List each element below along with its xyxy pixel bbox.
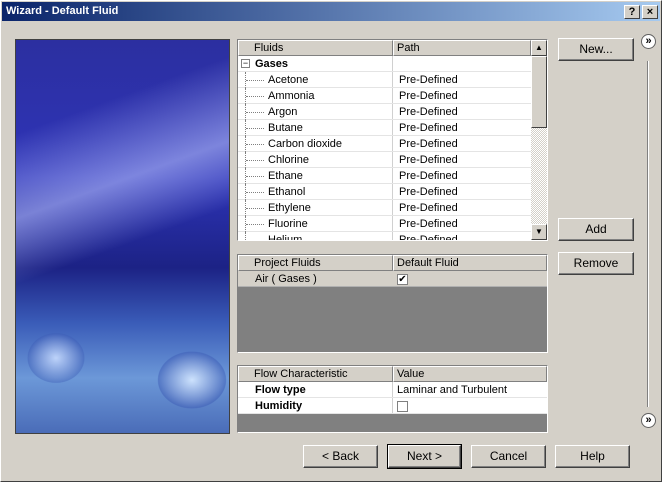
flow-type-value[interactable]: Laminar and Turbulent [397,384,507,396]
fluid-row[interactable]: Argon Pre-Defined [238,104,531,120]
scroll-thumb[interactable] [531,56,547,128]
col-header-flow-characteristic[interactable]: Flow Characteristic [238,366,393,382]
title-bar: Wizard - Default Fluid ? × [2,2,660,21]
scroll-up-icon[interactable]: ▲ [531,40,547,56]
remove-button-label: Remove [573,256,619,270]
tree-connector [246,128,264,129]
new-button-label: New... [579,42,613,56]
fluid-row[interactable]: Acetone Pre-Defined [238,72,531,88]
add-button[interactable]: Add [558,218,634,241]
tree-line [245,232,246,240]
help-button[interactable]: Help [555,445,630,468]
fluid-name: Ethanol [268,186,306,198]
fluid-name: Helium [268,234,303,240]
fluid-path: Pre-Defined [399,138,458,150]
collapse-icon[interactable]: − [241,59,250,68]
col-header-path[interactable]: Path [393,40,531,56]
tree-connector [246,160,264,161]
fluids-scrollbar[interactable]: ▲ ▼ [531,40,547,240]
fluid-path: Pre-Defined [399,106,458,118]
fluid-name: Carbon dioxide [268,138,342,150]
fluid-row[interactable]: Butane Pre-Defined [238,120,531,136]
default-fluid-checkbox[interactable]: ✔ [397,274,408,285]
fluid-path: Pre-Defined [399,202,458,214]
fluid-path: Pre-Defined [399,218,458,230]
fluid-path: Pre-Defined [399,74,458,86]
wizard-window: Wizard - Default Fluid ? × Fluids Path −… [0,0,662,482]
fluid-row[interactable]: Ethanol Pre-Defined [238,184,531,200]
tree-connector [246,176,264,177]
tree-connector [246,96,264,97]
fluid-row[interactable]: Helium Pre-Defined [238,232,531,240]
fluid-path: Pre-Defined [399,234,458,240]
group-label: Gases [255,58,289,70]
wizard-image [15,39,230,434]
fluid-path: Pre-Defined [399,170,458,182]
project-fluid-name: Air ( Gases ) [255,273,317,285]
col-header-project-fluids[interactable]: Project Fluids [238,255,393,271]
col-header-default-fluid[interactable]: Default Fluid [393,255,547,271]
col-header-fluids[interactable]: Fluids [238,40,393,56]
fluids-table: Fluids Path − Gases Acetone Pre-Defined Am… [237,39,548,241]
fluid-name: Ammonia [268,90,315,102]
humidity-checkbox[interactable] [397,401,408,412]
fluid-path: Pre-Defined [399,154,458,166]
fluid-row[interactable]: Fluorine Pre-Defined [238,216,531,232]
window-title: Wizard - Default Fluid [6,5,119,17]
col-header-value[interactable]: Value [393,366,547,382]
fluid-row[interactable]: Ethylene Pre-Defined [238,200,531,216]
tree-group-gases[interactable]: − Gases [238,56,531,72]
tree-connector [246,144,264,145]
fluids-list: − Gases Acetone Pre-Defined Ammonia Pre-Def… [238,56,531,240]
flow-type-row[interactable]: Flow type Laminar and Turbulent [238,382,547,398]
side-divider [647,61,649,407]
fluid-name: Ethylene [268,202,311,214]
tree-connector [246,208,264,209]
help-title-button[interactable]: ? [624,5,640,19]
back-button[interactable]: < Back [303,445,378,468]
cancel-button-label: Cancel [489,449,528,463]
project-fluids-table: Project Fluids Default Fluid Air ( Gases… [237,254,548,353]
new-button[interactable]: New... [558,38,634,61]
help-button-label: Help [580,449,605,463]
scroll-down-icon[interactable]: ▼ [531,224,547,240]
fluid-name: Ethane [268,170,303,182]
back-button-label: < Back [321,449,360,463]
expand-bottom-chevron-icon[interactable]: » [641,413,656,428]
close-title-button[interactable]: × [642,5,658,19]
expand-top-chevron-icon[interactable]: » [641,34,656,49]
fluid-name: Acetone [268,74,309,86]
fluid-row[interactable]: Ammonia Pre-Defined [238,88,531,104]
cancel-button[interactable]: Cancel [471,445,546,468]
next-button[interactable]: Next > [387,444,462,469]
fluid-name: Argon [268,106,298,118]
fluid-row[interactable]: Carbon dioxide Pre-Defined [238,136,531,152]
tree-connector [246,112,264,113]
fluid-path: Pre-Defined [399,186,458,198]
flow-characteristic-table: Flow Characteristic Value Flow type Lami… [237,365,548,433]
tree-connector [246,192,264,193]
fluid-path: Pre-Defined [399,122,458,134]
fluid-path: Pre-Defined [399,90,458,102]
add-button-label: Add [585,222,607,236]
humidity-row[interactable]: Humidity [238,398,547,414]
next-button-label: Next > [406,449,442,463]
fluid-name: Butane [268,122,303,134]
humidity-label: Humidity [255,400,303,412]
tree-connector [246,224,264,225]
fluid-name: Chlorine [268,154,309,166]
fluid-name: Fluorine [268,218,308,230]
project-fluid-row[interactable]: Air ( Gases ) ✔ [238,271,547,287]
flow-type-label: Flow type [255,384,306,396]
fluid-row[interactable]: Chlorine Pre-Defined [238,152,531,168]
fluid-row[interactable]: Ethane Pre-Defined [238,168,531,184]
tree-connector [246,80,264,81]
remove-button[interactable]: Remove [558,252,634,275]
